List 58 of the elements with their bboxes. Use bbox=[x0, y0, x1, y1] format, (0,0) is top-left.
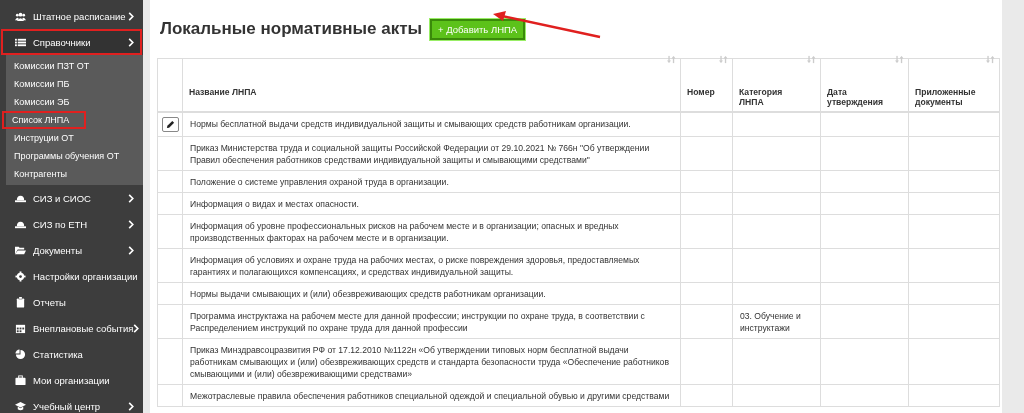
table-cell: Положение о системе управления охраной труда в организации. bbox=[182, 170, 681, 193]
submenu-item[interactable]: Комиссии ЭБ bbox=[6, 93, 90, 111]
chevron-icon bbox=[128, 219, 134, 229]
table-cell: Приказ Министерства труда и социальной защиты Российской Федерации от 29.10.2021 № 766н "Об утверждении Правил обеспечения работников средствами индивидуальной защиты и смывающими средствами" bbox=[182, 136, 681, 171]
sort-icon bbox=[986, 55, 995, 64]
submenu-item[interactable]: Список ЛНПА bbox=[2, 111, 86, 129]
cap-icon bbox=[15, 400, 26, 412]
table-cell: Приказ Минздравсоцразвития РФ от 17.12.2010 №1122н «Об утверждении типовых норм бесплатной выдачи работникам смывающих и (или) обезвреживающих средств и стандарта безопасности труда «Обеспечение работников смывающими и (или) обезвреживающими средствами» bbox=[182, 338, 681, 385]
submenu-item[interactable]: Контрагенты bbox=[6, 165, 90, 183]
users-icon bbox=[15, 10, 26, 22]
chevron-icon bbox=[128, 193, 134, 203]
briefcase-icon bbox=[15, 374, 26, 386]
sidebar-item[interactable]: Документы bbox=[1, 237, 142, 263]
clipboard-icon bbox=[15, 296, 26, 308]
sort-icon bbox=[807, 55, 816, 64]
pie-icon bbox=[15, 348, 26, 360]
submenu-item[interactable]: Комиссии ПБ bbox=[6, 75, 90, 93]
table-cell: Нормы выдачи смывающих и (или) обезвреживающих средств работникам организации. bbox=[182, 282, 681, 305]
table-cell: Программа инструктажа на рабочем месте для данной профессии; инструкции по охране труда, в соответствии с Распределением инструкций по охране труда для данной профессии bbox=[182, 304, 681, 339]
chevron-icon bbox=[128, 245, 134, 255]
edit-button[interactable] bbox=[162, 117, 179, 132]
sidebar-item[interactable]: СИЗ по ЕТН bbox=[1, 211, 142, 237]
column-header[interactable]: Название ЛНПА bbox=[182, 58, 681, 112]
column-header[interactable]: Дата утверждения bbox=[820, 58, 909, 112]
table-cell: Информация о видах и местах опасности. bbox=[182, 192, 681, 215]
sort-icon bbox=[667, 55, 676, 64]
chevron-icon bbox=[128, 37, 134, 47]
sidebar-item[interactable]: СИЗ и СИОС bbox=[1, 185, 142, 211]
sort-icon bbox=[895, 55, 904, 64]
column-header[interactable]: Приложенные документы bbox=[908, 58, 1000, 112]
table-cell: Нормы бесплатной выдачи средств индивидуальной защиты и смывающих средств работникам организации. bbox=[182, 112, 681, 137]
submenu-item[interactable]: Программы обучения ОТ bbox=[6, 147, 128, 165]
sidebar-item[interactable]: Мои организации bbox=[1, 367, 142, 393]
column-header[interactable]: Номер bbox=[680, 58, 733, 112]
folder-icon bbox=[15, 244, 26, 256]
table-cell: 03. Обучение и инструктажи bbox=[732, 304, 821, 339]
sidebar-item[interactable]: Учебный центр bbox=[1, 393, 142, 413]
sort-icon bbox=[719, 55, 728, 64]
pencil-icon bbox=[166, 120, 175, 129]
submenu-item[interactable]: Комиссии ПЗТ ОТ bbox=[6, 57, 98, 75]
gear-icon bbox=[15, 270, 26, 282]
chevron-icon bbox=[128, 401, 134, 411]
table-cell: Информация об условиях и охране труда на рабочих местах, о риске повреждения здоровья, предоставляемых гарантиях и полагающихся компенсациях, и средствах индивидуальной защиты. bbox=[182, 248, 681, 283]
column-header[interactable]: Категория ЛНПА bbox=[732, 58, 821, 112]
chevron-icon bbox=[133, 323, 140, 333]
chevron-icon bbox=[128, 11, 134, 21]
sidebar-item[interactable]: Отчеты bbox=[1, 289, 142, 315]
sidebar-item[interactable]: Внеплановые события bbox=[1, 315, 142, 341]
page-title: Локальные нормативные акты bbox=[160, 19, 423, 39]
calendar-icon bbox=[15, 322, 26, 334]
sidebar-item[interactable]: Справочники bbox=[1, 29, 142, 55]
table-cell: Межотраслевые правила обеспечения работников специальной одеждой и специальной обувью и другими средствами bbox=[182, 384, 681, 407]
table-cell: Информация об уровне профессиональных рисков на рабочем месте и в организации; опасных и вредных производственных факторах на рабочем месте и в организации. bbox=[182, 214, 681, 249]
submenu-item[interactable]: Инструции ОТ bbox=[6, 129, 90, 147]
list-icon bbox=[15, 36, 26, 48]
sidebar-item[interactable]: Статистика bbox=[1, 341, 142, 367]
sidebar-item[interactable]: Настройки организации bbox=[1, 263, 142, 289]
sidebar-item[interactable]: Штатное расписание bbox=[1, 3, 142, 29]
